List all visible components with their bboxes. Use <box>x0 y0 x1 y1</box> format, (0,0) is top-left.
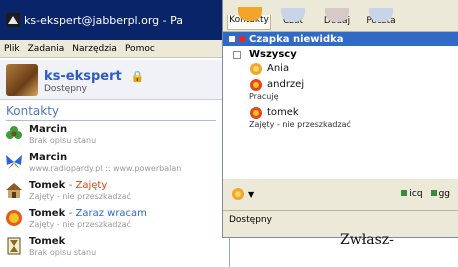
contact-name: Tomek <box>29 208 66 219</box>
menu-bar: Plik Zadania Narzędzia Pomoc <box>0 40 229 58</box>
toolbar: Kontakty Czat Dodaj Poczta <box>223 0 458 30</box>
profile-panel[interactable]: ks-ekspert 🔒 Dostępny <box>0 60 229 100</box>
toolbar-chat-button[interactable]: Czat <box>271 8 315 30</box>
sun-icon <box>4 208 24 228</box>
profile-name: ks-ekspert <box>44 69 122 84</box>
roster-item[interactable]: tomek Zajęty - nie przeszkadzać <box>223 106 458 130</box>
status-available-icon <box>250 63 262 75</box>
section-divider <box>6 120 216 121</box>
second-messenger-window: Kontakty Czat Dodaj Poczta Czapka niewid… <box>222 0 458 238</box>
contact-name: Marcin <box>29 124 68 135</box>
roster-item[interactable]: andrzej Pracuję <box>223 78 458 102</box>
roster-name: andrzej <box>267 79 305 90</box>
butterfly-icon <box>4 152 24 172</box>
roster-list: Czapka niewidka Wszyscy Ania andrzej Pra… <box>223 32 458 179</box>
contact-name: Tomek <box>29 180 66 191</box>
contact-state: - Zajęty <box>68 180 108 191</box>
menu-pomoc[interactable]: Pomoc <box>125 44 155 54</box>
app-logo-icon <box>6 13 20 27</box>
roster-description: Pracuję <box>249 92 279 101</box>
hourglass-icon <box>4 236 24 256</box>
contact-item[interactable]: Marcin www.radiopardy.pl :: www.powerbal… <box>0 152 229 180</box>
chevron-down-icon[interactable]: ▼ <box>248 190 254 199</box>
roster-name: tomek <box>267 107 299 118</box>
bottom-bar: ▼ icq gg <box>223 180 458 208</box>
collapse-icon[interactable] <box>229 36 235 42</box>
collapse-icon[interactable] <box>233 50 241 59</box>
window-title-bar[interactable]: ks-ekspert@jabberpl.org - Pa <box>0 0 229 40</box>
roster-name: Ania <box>267 63 290 74</box>
roster-description: Zajęty - nie przeszkadzać <box>249 120 351 129</box>
contact-description: Brak opisu stanu <box>29 248 97 257</box>
status-busy-icon <box>250 79 262 91</box>
main-messenger-window: ks-ekspert@jabberpl.org - Pa Plik Zadani… <box>0 0 230 267</box>
icq-indicator[interactable]: icq <box>401 189 423 199</box>
contact-description: Brak opisu stanu <box>29 136 97 145</box>
group-header[interactable]: Czapka niewidka <box>223 32 458 46</box>
contact-name: Tomek <box>29 236 66 247</box>
contacts-section-title: Kontakty <box>6 104 60 118</box>
house-icon <box>4 180 24 200</box>
contact-state: - Zaraz wracam <box>68 208 147 219</box>
status-bar[interactable]: Dostępny <box>223 210 458 229</box>
contact-description: Zajęty - nie przeszkadzać <box>29 192 131 201</box>
roster-item[interactable]: Ania <box>223 62 458 76</box>
gg-indicator[interactable]: gg <box>430 189 450 199</box>
contact-name: Marcin <box>29 152 68 163</box>
status-busy-icon <box>250 107 262 119</box>
menu-narzedzia[interactable]: Narzędzia <box>72 44 117 54</box>
avatar <box>6 63 38 96</box>
contact-item[interactable]: Marcin Brak opisu stanu <box>0 124 229 152</box>
toolbar-add-button[interactable]: Dodaj <box>315 8 359 30</box>
invisible-status-icon <box>239 36 245 42</box>
status-text: Dostępny <box>229 215 272 225</box>
icq-icon <box>401 190 408 196</box>
menu-plik[interactable]: Plik <box>4 44 20 54</box>
contact-item[interactable]: Tomek - Zaraz wracam Zajęty - nie przesz… <box>0 208 229 236</box>
menu-zadania[interactable]: Zadania <box>28 44 65 54</box>
contact-list: Marcin Brak opisu stanu Marcin www.radio… <box>0 124 229 264</box>
network-indicators: icq gg <box>401 189 450 199</box>
window-title: ks-ekspert@jabberpl.org - Pa <box>24 13 183 27</box>
article-text: Zwłasz- <box>340 232 394 248</box>
contact-item[interactable]: Tomek - Zajęty Zajęty - nie przeszkadzać <box>0 180 229 208</box>
toolbar-contacts-button[interactable]: Kontakty <box>227 7 271 30</box>
contact-description: www.radiopardy.pl :: www.powerbalan <box>29 164 182 173</box>
toolbar-mail-button[interactable]: Poczta <box>359 8 403 30</box>
subgroup-header[interactable]: Wszyscy <box>223 49 458 60</box>
profile-status[interactable]: Dostępny <box>44 84 145 94</box>
group-name: Czapka niewidka <box>249 33 344 45</box>
flower-icon <box>4 124 24 144</box>
contact-item[interactable]: Tomek Brak opisu stanu <box>0 236 229 264</box>
status-menu-icon[interactable] <box>231 187 245 201</box>
lock-icon: 🔒 <box>130 70 145 83</box>
subgroup-name: Wszyscy <box>249 49 297 60</box>
gg-icon <box>430 190 437 196</box>
contact-description: Zajęty - nie przeszkadzać <box>29 220 131 229</box>
